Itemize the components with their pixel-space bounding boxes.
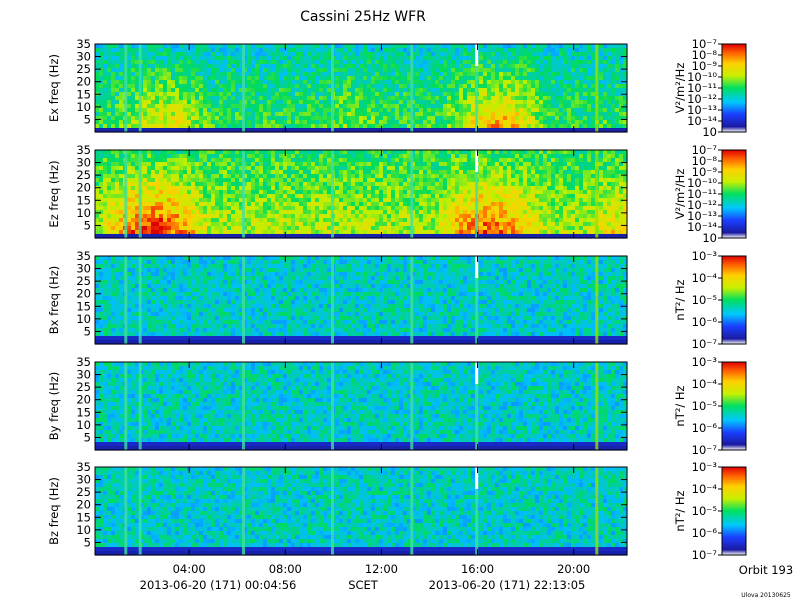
colorbar-tick-label: 10 (702, 125, 717, 139)
panel-4: 5101520253035By freq (Hz)10⁻³10⁻⁴10⁻⁵10⁻… (47, 355, 746, 457)
y-tick-label: 5 (84, 112, 91, 126)
colorbar-tick-label: 10⁻⁵ (692, 293, 718, 307)
panel-5: 5101520253035Bz freq (Hz)10⁻³10⁻⁴10⁻⁵10⁻… (47, 460, 746, 562)
y-tick-label: 15 (76, 510, 91, 524)
footer-label: Ulova 20130625 (741, 592, 791, 599)
x-tick-label: 16:00 (461, 562, 494, 576)
spectrogram-svg: Cassini 25Hz WFR 5101520253035Ex freq (H… (0, 0, 800, 600)
orbit-label: Orbit 193 (739, 563, 793, 577)
y-tick-label: 5 (84, 324, 91, 338)
colorbar-tick-label: 10⁻⁵ (692, 399, 718, 413)
spectrogram-image (95, 467, 628, 556)
colorbar: 10⁻³ 10⁻⁴ 10⁻⁵ 10⁻⁶ 10⁻⁷ nT²/ Hz (673, 355, 746, 457)
scet-label: SCET (348, 578, 379, 592)
y-axis-label: By freq (Hz) (47, 372, 61, 441)
y-axis-label: Ex freq (Hz) (47, 54, 61, 122)
colorbar-unit-label: V²/m²/Hz (673, 63, 687, 114)
panel-3: 5101520253035Bx freq (Hz)10⁻³10⁻⁴10⁻⁵10⁻… (47, 249, 746, 351)
colorbar-unit-label: V²/m²/Hz (673, 169, 687, 220)
y-tick-label: 35 (76, 355, 91, 369)
y-tick-label: 30 (76, 473, 91, 487)
colorbar-tick-label: 10⁻⁶ (692, 526, 718, 540)
y-tick-label: 35 (76, 249, 91, 263)
y-tick-label: 20 (76, 498, 91, 512)
y-tick-label: 10 (76, 523, 91, 537)
panels: 5101520253035Ex freq (Hz)10⁻⁷10⁻⁸10⁻⁹10⁻… (47, 37, 746, 562)
y-tick-label: 25 (76, 274, 91, 288)
y-tick-label: 10 (76, 418, 91, 432)
colorbar-tick-label: 10⁻³ (692, 249, 718, 263)
y-tick-label: 20 (76, 287, 91, 301)
x-tick-label: 20:00 (557, 562, 590, 576)
colorbar: 10⁻³ 10⁻⁴ 10⁻⁵ 10⁻⁶ 10⁻⁷ nT²/ Hz (673, 249, 746, 351)
colorbar-tick-label: 10⁻⁴ (692, 271, 718, 285)
x-tick-label: 08:00 (269, 562, 302, 576)
colorbar-tick-label: 10⁻⁴ (692, 482, 718, 496)
y-tick-label: 35 (76, 143, 91, 157)
colorbar-unit-label: nT²/ Hz (673, 279, 687, 320)
y-tick-label: 10 (76, 100, 91, 114)
y-tick-label: 15 (76, 405, 91, 419)
colorbar: 10⁻⁷10⁻⁸10⁻⁹10⁻¹⁰10⁻¹¹10⁻¹²10⁻¹³10⁻¹⁴10V… (673, 143, 746, 245)
colorbar-tick-label: 10⁻⁶ (692, 315, 718, 329)
colorbar-tick-label: 10⁻⁵ (692, 504, 718, 518)
colorbar-gradient (722, 256, 746, 344)
y-tick-label: 30 (76, 262, 91, 276)
chart-title: Cassini 25Hz WFR (300, 9, 426, 25)
colorbar-tick-label: 10⁻³ (692, 355, 718, 369)
colorbar: 10⁻³ 10⁻⁴ 10⁻⁵ 10⁻⁶ 10⁻⁷ nT²/ Hz (673, 460, 746, 562)
y-tick-label: 25 (76, 485, 91, 499)
panel-2: 5101520253035Ez freq (Hz)10⁻⁷10⁻⁸10⁻⁹10⁻… (47, 143, 746, 245)
y-tick-label: 20 (76, 181, 91, 195)
colorbar-tick-label: 10⁻⁷ (692, 337, 718, 351)
colorbar-tick-label: 10⁻⁷ (692, 443, 718, 457)
spectrogram-figure: Cassini 25Hz WFR 5101520253035Ex freq (H… (0, 0, 800, 600)
colorbar-tick-label: 10⁻⁷ (692, 548, 718, 562)
y-tick-label: 10 (76, 206, 91, 220)
y-tick-label: 35 (76, 37, 91, 51)
y-tick-label: 25 (76, 380, 91, 394)
y-tick-label: 30 (76, 368, 91, 382)
spectrogram-image (95, 362, 628, 451)
y-tick-label: 10 (76, 312, 91, 326)
colorbar-unit-label: nT²/ Hz (673, 490, 687, 531)
colorbar-gradient (722, 150, 746, 238)
spectrogram-image (95, 150, 628, 239)
colorbar: 10⁻⁷10⁻⁸10⁻⁹10⁻¹⁰10⁻¹¹10⁻¹²10⁻¹³10⁻¹⁴10V… (673, 37, 746, 139)
y-tick-label: 15 (76, 87, 91, 101)
y-tick-label: 20 (76, 75, 91, 89)
x-tick-label: 12:00 (365, 562, 398, 576)
colorbar-unit-label: nT²/ Hz (673, 385, 687, 426)
colorbar-tick-label: 10 (702, 231, 717, 245)
colorbar-tick-label: 10⁻⁴ (692, 377, 718, 391)
colorbar-gradient (722, 467, 746, 555)
colorbar-tick-label: 10⁻³ (692, 460, 718, 474)
y-axis-label: Bx freq (Hz) (47, 266, 61, 335)
y-tick-label: 15 (76, 193, 91, 207)
y-axis-label: Bz freq (Hz) (47, 477, 61, 545)
x-tick-label: 04:00 (173, 562, 206, 576)
y-tick-label: 30 (76, 50, 91, 64)
y-tick-label: 25 (76, 168, 91, 182)
colorbar-gradient (722, 44, 746, 132)
end-time-label: 2013-06-20 (171) 22:13:05 (429, 578, 586, 592)
y-tick-label: 5 (84, 535, 91, 549)
y-tick-label: 5 (84, 430, 91, 444)
y-tick-label: 20 (76, 393, 91, 407)
spectrogram-image (95, 44, 628, 133)
y-tick-label: 25 (76, 62, 91, 76)
y-axis-label: Ez freq (Hz) (47, 160, 61, 227)
y-tick-label: 30 (76, 156, 91, 170)
panel-1: 5101520253035Ex freq (Hz)10⁻⁷10⁻⁸10⁻⁹10⁻… (47, 37, 746, 139)
spectrogram-image (95, 256, 628, 345)
start-time-label: 2013-06-20 (171) 00:04:56 (140, 578, 297, 592)
y-tick-label: 35 (76, 460, 91, 474)
y-tick-label: 15 (76, 299, 91, 313)
y-tick-label: 5 (84, 218, 91, 232)
colorbar-tick-label: 10⁻⁶ (692, 421, 718, 435)
colorbar-gradient (722, 362, 746, 450)
